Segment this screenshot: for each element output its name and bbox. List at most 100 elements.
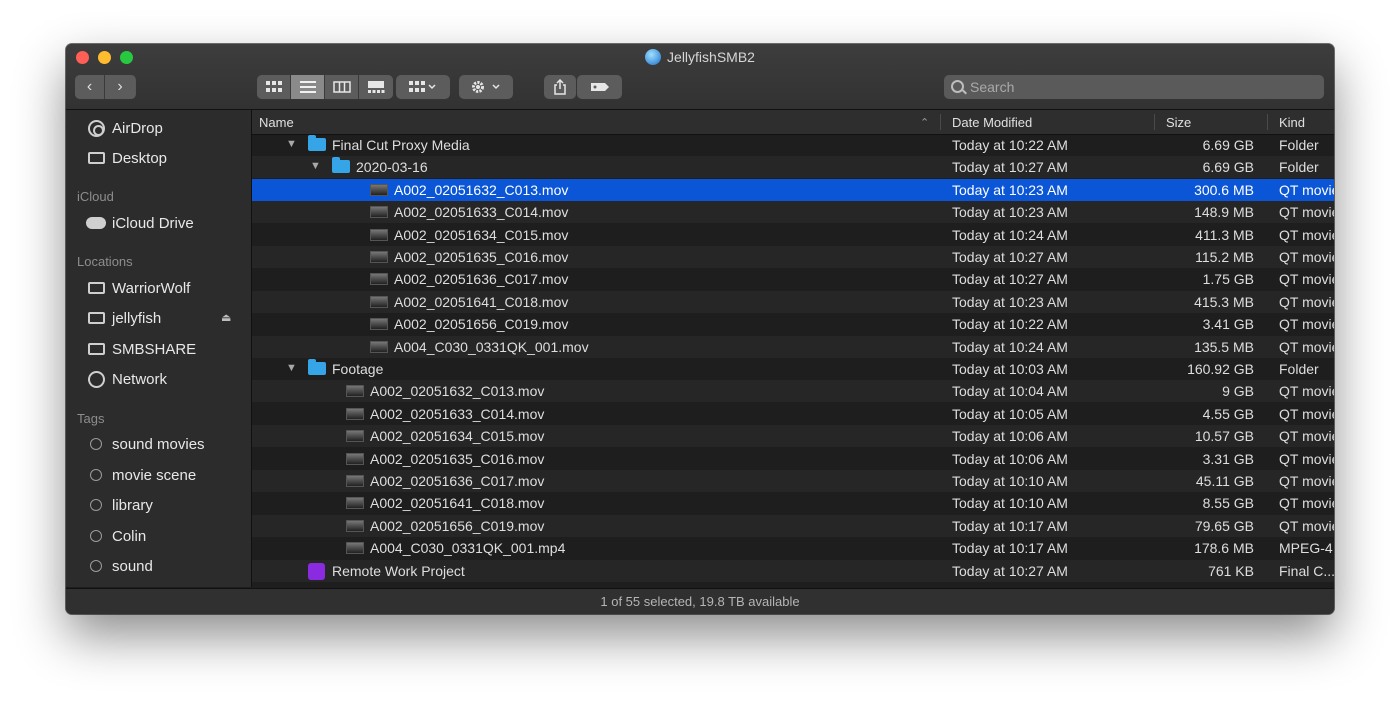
gallery-view-button[interactable] [359,75,393,99]
edit-tags-button[interactable] [577,75,622,99]
file-row[interactable]: A002_02051633_C014.mov Today at 10:23 AM 1… [252,201,1334,224]
file-size: 411.3 MB [1195,226,1254,243]
date-modified: Today at 10:17 AM [952,540,1068,557]
file-kind: QT movie [1279,450,1334,467]
eject-icon[interactable]: ⏏ [221,311,231,324]
date-modified: Today at 10:17 AM [952,517,1068,534]
folder-row[interactable]: ▼ Footage Today at 10:03 AM 160.92 GB Folder [252,358,1334,380]
date-modified: Today at 10:05 AM [952,405,1068,422]
folder-icon [308,359,326,375]
file-row[interactable]: A002_02051632_C013.mov Today at 10:23 AM 3… [252,178,1334,201]
sidebar-item-label: movie scene [112,466,197,484]
sidebar-item-desktop[interactable]: Desktop [86,145,167,171]
file-name: A002_02051634_C015.mov [394,226,569,243]
list-view-button[interactable] [291,75,325,99]
sidebar-item-airdrop[interactable]: AirDrop [86,115,163,141]
disclosure-triangle-icon[interactable]: ▼ [286,362,297,374]
file-row[interactable]: A002_02051634_C015.mov Today at 10:24 AM 4… [252,224,1334,246]
file-kind: MPEG-4 [1279,540,1333,557]
back-button[interactable]: ‹ [75,75,105,99]
file-row[interactable]: A002_02051632_C013.mov Today at 10:04 AM 9… [252,380,1334,403]
sidebar-item-label: library [112,496,153,514]
date-modified: Today at 10:06 AM [952,450,1068,467]
movie-thumbnail-icon [346,430,364,443]
share-menu[interactable] [544,75,576,99]
movie-thumbnail-icon [346,497,364,510]
file-row[interactable]: A002_02051634_C015.mov Today at 10:06 AM 1… [252,425,1334,448]
date-modified: Today at 10:22 AM [952,137,1068,153]
sidebar-item-network[interactable]: Network [86,366,167,392]
sidebar-item-tag[interactable]: movie scene [86,462,196,488]
action-menu[interactable] [459,75,513,99]
group-by-button[interactable] [396,75,450,99]
share-button[interactable] [544,75,576,99]
disclosure-triangle-icon[interactable]: ▼ [310,160,321,172]
file-size: 178.6 MB [1194,540,1254,557]
search-field[interactable]: Search [944,75,1324,99]
column-header-date[interactable]: Date Modified [952,115,1032,130]
group-by-menu[interactable] [396,75,450,99]
column-header-kind[interactable]: Kind [1279,115,1305,130]
file-name: A002_02051656_C019.mov [394,316,569,333]
file-kind: QT movie [1279,181,1334,198]
folder-row[interactable]: ▼ 2020-03-16 Today at 10:27 AM 6.69 GB Folde… [252,156,1334,179]
tag-circle-icon [86,528,106,544]
file-size: 3.31 GB [1202,450,1254,467]
icon-view-button[interactable] [257,75,291,99]
display-icon [86,341,106,357]
sidebar-item-smbshare[interactable]: SMBSHARE [86,336,196,362]
file-row[interactable]: Remote Work Project Today at 10:27 AM 761 … [252,559,1334,582]
file-row[interactable]: A002_02051641_C018.mov Today at 10:10 AM 8… [252,492,1334,514]
file-row[interactable]: A004_C030_0331QK_001.mp4 Today at 10:17 A… [252,537,1334,559]
file-kind: Final C... [1279,562,1334,579]
tags-menu[interactable] [577,75,622,99]
sidebar-item-tag[interactable]: sound [86,553,153,579]
file-row[interactable]: A002_02051636_C017.mov Today at 10:10 AM 4… [252,470,1334,492]
file-row[interactable]: A004_C030_0331QK_001.mov Today at 10:24 A… [252,335,1334,358]
project-icon [308,562,325,580]
file-name: A002_02051633_C014.mov [394,204,569,221]
folder-row[interactable]: ▼ Final Cut Proxy Media Today at 10:22 AM 6… [252,134,1334,156]
column-header-size[interactable]: Size [1166,115,1191,130]
sidebar-item-label: WarriorWolf [112,279,191,297]
file-row[interactable]: A002_02051633_C014.mov Today at 10:05 AM 4… [252,403,1334,425]
sidebar-item-jellyfish[interactable]: jellyfish [86,305,161,331]
file-size: 79.65 GB [1194,517,1254,534]
forward-button[interactable]: › [105,75,135,99]
grid-icon [265,81,282,92]
file-name: A002_02051634_C015.mov [370,428,545,445]
disclosure-triangle-icon[interactable]: ▼ [286,138,297,150]
sidebar-item-icloud-drive[interactable]: iCloud Drive [86,210,194,236]
movie-thumbnail-icon [346,519,364,532]
file-kind: QT movie [1279,249,1334,265]
search-icon [951,80,964,93]
file-list: Name ⌃ Date Modified Size Kind ▼ Final Cu… [252,110,1334,587]
sidebar-item-tag[interactable]: Colin [86,523,146,549]
file-row[interactable]: A002_02051635_C016.mov Today at 10:27 AM 1… [252,246,1334,268]
file-row[interactable]: A002_02051635_C016.mov Today at 10:06 AM 3… [252,448,1334,470]
file-row[interactable]: A002_02051641_C018.mov Today at 10:23 AM 4… [252,290,1334,313]
file-kind: QT movie [1279,338,1334,355]
window-title: JellyfishSMB2 [66,49,1334,65]
sidebar-item-warriorwolf[interactable]: WarriorWolf [86,275,190,301]
file-row[interactable]: A002_02051656_C019.mov Today at 10:17 AM 7… [252,514,1334,537]
date-modified: Today at 10:23 AM [952,181,1068,198]
file-size: 8.55 GB [1202,495,1254,512]
date-modified: Today at 10:23 AM [952,204,1068,221]
file-row[interactable]: A002_02051656_C019.mov Today at 10:22 AM 3… [252,313,1334,335]
folder-icon [332,157,350,174]
file-name: A004_C030_0331QK_001.mp4 [370,540,566,557]
search-placeholder: Search [970,79,1015,95]
column-header-name[interactable]: Name [259,115,294,130]
folder-icon [308,135,326,151]
sidebar-item-tag[interactable]: sound movies [86,431,205,457]
file-row[interactable]: A002_02051636_C017.mov Today at 10:27 AM 1… [252,268,1334,290]
date-modified: Today at 10:10 AM [952,495,1068,512]
sidebar-item-label: Colin [112,527,147,545]
movie-thumbnail-icon [346,452,364,465]
list-icon [299,81,316,93]
action-button[interactable] [459,75,513,99]
sidebar-item-tag[interactable]: library [86,492,153,518]
column-view-button[interactable] [325,75,359,99]
title-bar: JellyfishSMB2 ‹ › Search [66,44,1334,110]
